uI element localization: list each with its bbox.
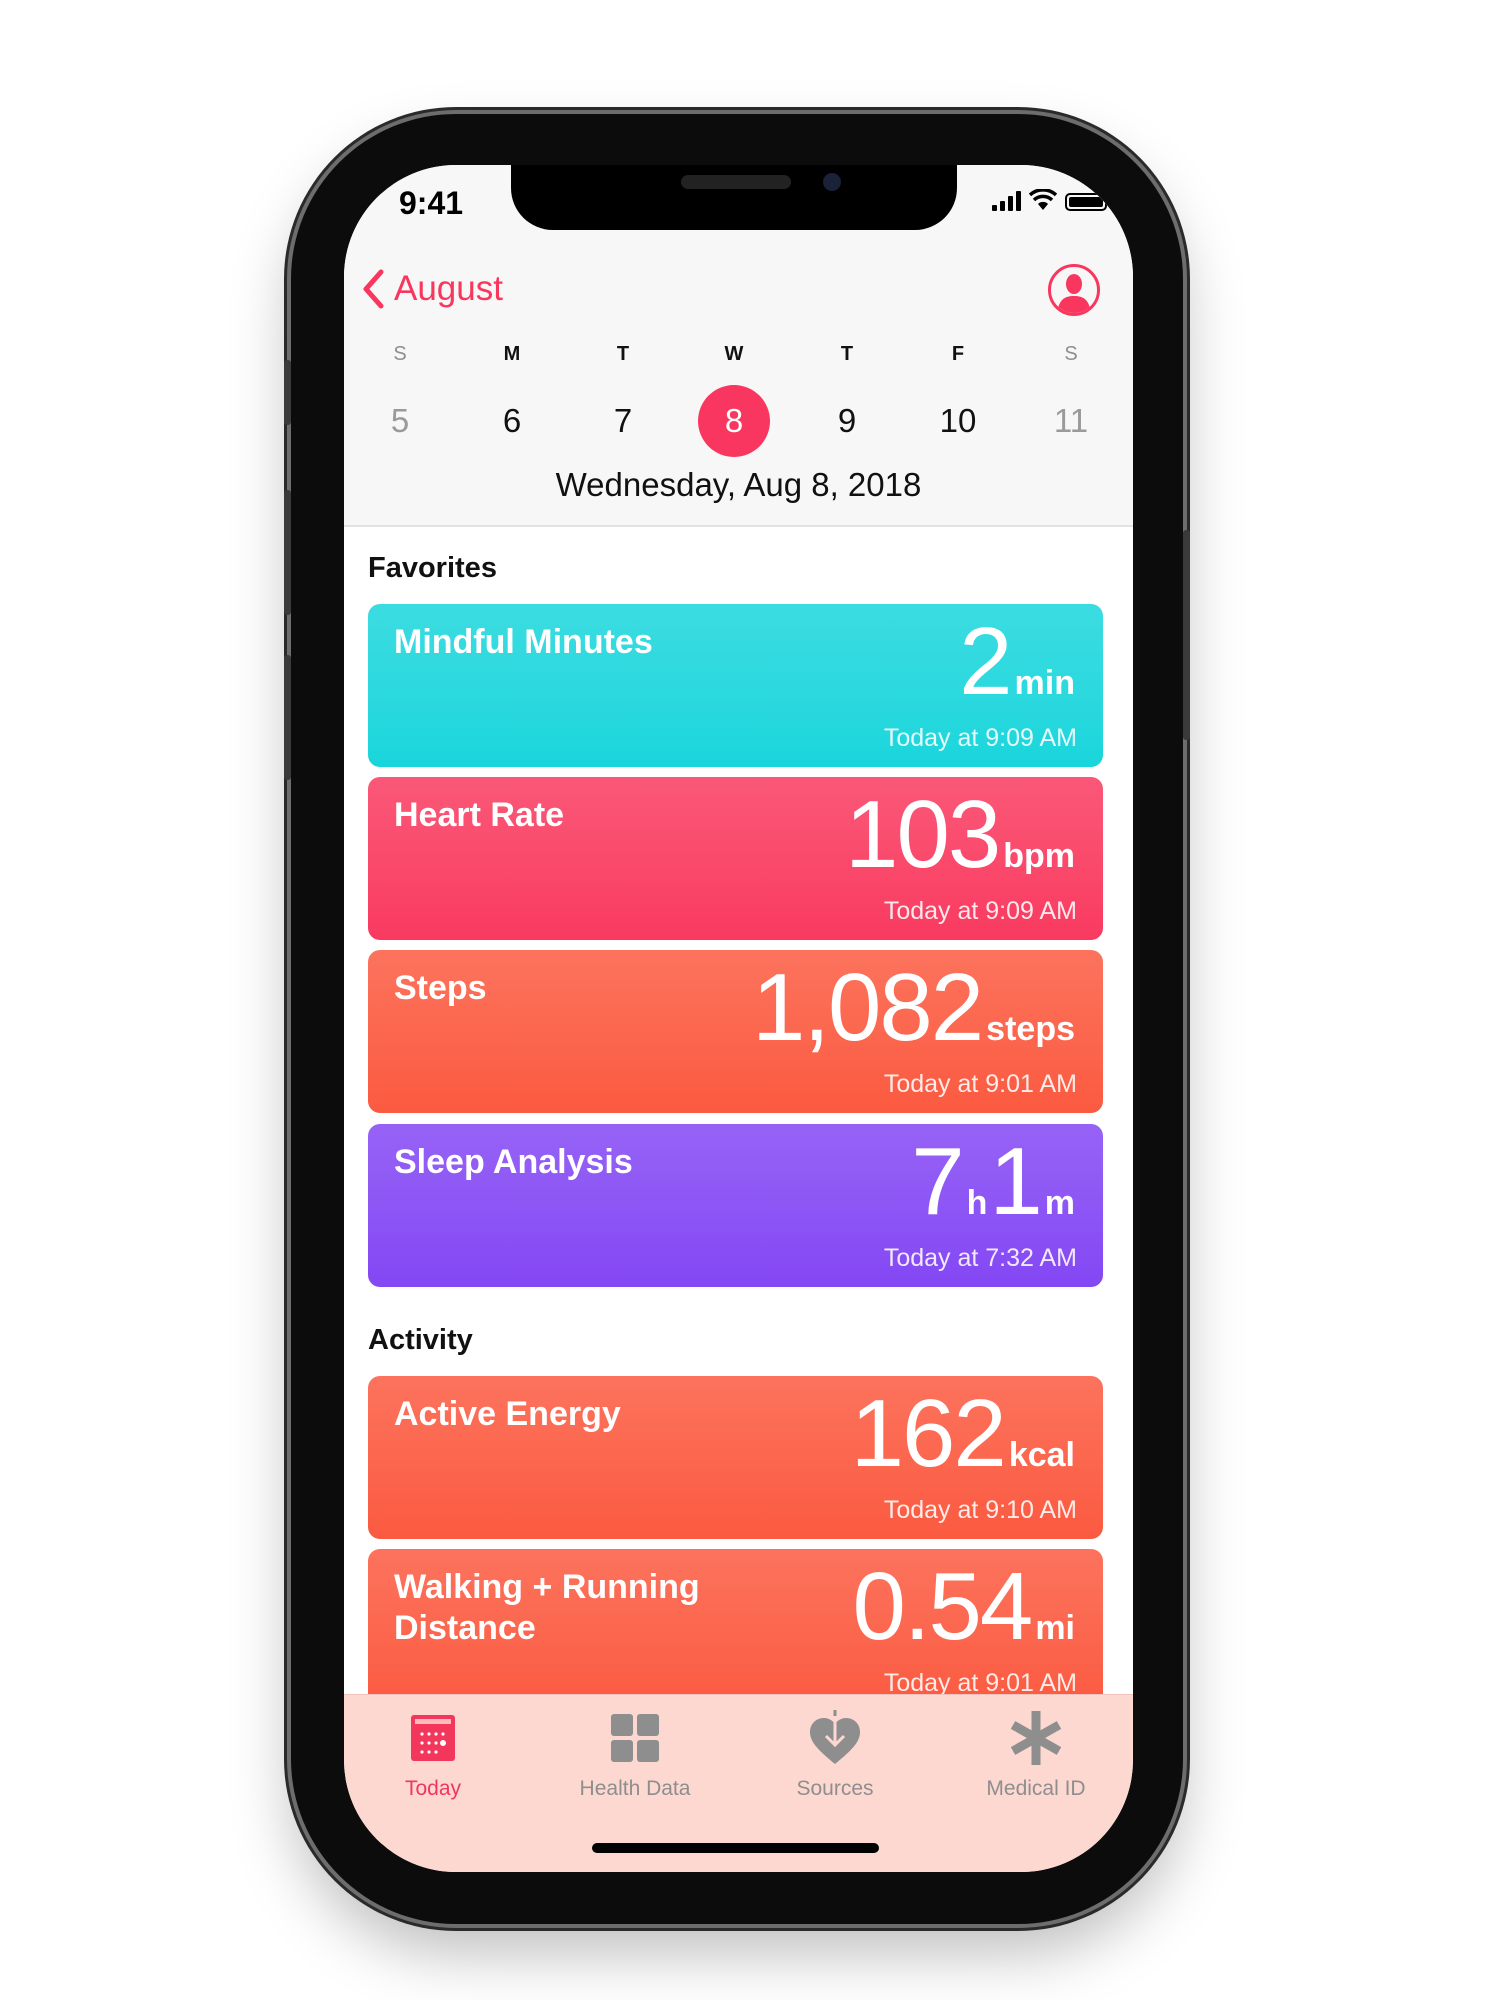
status-icons: [992, 189, 1107, 211]
selected-date: Wednesday, Aug 8, 2018: [555, 466, 922, 503]
card-title: Heart Rate: [394, 796, 565, 834]
card-unit: bpm: [1003, 837, 1075, 875]
card-title: Active Energy: [394, 1395, 621, 1433]
calendar-icon: [411, 1715, 455, 1761]
heart-download-icon: [810, 1710, 860, 1764]
card-unit: steps: [986, 1010, 1075, 1048]
card-value: 2: [959, 608, 1012, 715]
weekday-label: F: [951, 343, 965, 365]
card-value-group: 103 bpm: [845, 785, 1077, 885]
side-button-volume-up: [284, 490, 291, 615]
card-unit: kcal: [1008, 1436, 1075, 1474]
wifi-icon: [1029, 189, 1057, 210]
weekday-label: T: [616, 343, 630, 365]
status-time: 9:41: [399, 185, 464, 221]
asterisk-icon: [1010, 1711, 1062, 1765]
card-timestamp: Today at 9:09 AM: [883, 724, 1077, 752]
card-title: Steps: [394, 969, 487, 1007]
tab-medical-id[interactable]: Medical ID: [946, 1709, 1126, 1801]
tab-label: Today: [404, 1777, 462, 1800]
card-value: 0.54: [852, 1553, 1033, 1660]
card-title: Sleep Analysis: [394, 1143, 633, 1181]
chevron-left-icon: [363, 269, 384, 309]
grid-icon: [611, 1714, 659, 1762]
weekday-label: S: [1064, 343, 1078, 365]
tab-sources[interactable]: Sources: [745, 1709, 925, 1801]
day-10[interactable]: 10: [922, 385, 994, 457]
card-value: 1,082: [751, 954, 984, 1061]
card-value: 103: [845, 781, 1001, 888]
card-timestamp: Today at 9:09 AM: [883, 897, 1077, 925]
tab-label: Health Data: [579, 1777, 691, 1800]
weekday-label: S: [393, 343, 407, 365]
day-9[interactable]: 9: [811, 385, 883, 457]
tab-health-data[interactable]: Health Data: [545, 1709, 725, 1801]
back-label: August: [394, 269, 503, 308]
card-title: Mindful Minutes: [394, 623, 653, 661]
battery-icon: [1065, 193, 1107, 211]
person-icon: [1057, 274, 1091, 313]
weekday-label: M: [503, 343, 521, 365]
screen: 9:41 August S 5 M 6 T 7 W 8 T 9 F 10 S 11 Wedn…: [344, 165, 1133, 1872]
day-6[interactable]: 6: [476, 385, 548, 457]
card-value: 7: [911, 1128, 964, 1235]
tab-today[interactable]: Today: [344, 1709, 523, 1801]
card-timestamp: Today at 9:10 AM: [883, 1496, 1077, 1524]
card-active-energy[interactable]: Active Energy 162 kcal Today at 9:10 AM: [368, 1376, 1103, 1539]
day-selected-8[interactable]: 8: [698, 385, 770, 457]
card-value: 162: [850, 1380, 1007, 1487]
card-unit: min: [1014, 664, 1075, 702]
card-value-group: 7h1m: [911, 1132, 1077, 1232]
day-11[interactable]: 11: [1035, 385, 1107, 457]
tab-label: Sources: [796, 1777, 874, 1800]
favorites-heading: Favorites: [368, 552, 497, 584]
card-value-group: 0.54 mi: [852, 1557, 1077, 1657]
weekday-label: T: [840, 343, 854, 365]
card-timestamp: Today at 7:32 AM: [883, 1244, 1077, 1272]
card-value-group: 2 min: [959, 612, 1077, 712]
card-heart-rate[interactable]: Heart Rate 103 bpm Today at 9:09 AM: [368, 777, 1103, 940]
card-value-group: 1,082 steps: [752, 958, 1077, 1058]
card-unit: mi: [1035, 1609, 1075, 1647]
day-5[interactable]: 5: [364, 385, 436, 457]
card-value-2: 1: [989, 1128, 1042, 1235]
side-button-power: [1183, 530, 1190, 740]
weekday-label: W: [724, 343, 744, 365]
card-sleep-analysis[interactable]: Sleep Analysis 7h1m Today at 7:32 AM: [368, 1124, 1103, 1287]
card-walking-running-distance[interactable]: Walking + Running Distance 0.54 mi Today …: [368, 1549, 1103, 1712]
side-button-silent: [284, 360, 291, 425]
card-mindful-minutes[interactable]: Mindful Minutes 2 min Today at 9:09 AM: [368, 604, 1103, 767]
card-title: Walking + Running Distance: [394, 1568, 700, 1647]
signal-icon: [992, 191, 1021, 211]
card-timestamp: Today at 9:01 AM: [883, 1070, 1077, 1098]
card-unit-2: m: [1044, 1184, 1075, 1222]
home-indicator[interactable]: [592, 1843, 879, 1853]
tab-label: Medical ID: [986, 1777, 1086, 1800]
profile-avatar-button[interactable]: [1048, 264, 1100, 316]
card-steps[interactable]: Steps 1,082 steps Today at 9:01 AM: [368, 950, 1103, 1113]
day-7[interactable]: 7: [587, 385, 659, 457]
notch: [511, 165, 957, 230]
back-button[interactable]: August: [362, 269, 503, 309]
card-value-group: 162 kcal: [851, 1384, 1077, 1484]
side-button-volume-down: [284, 655, 291, 780]
activity-heading: Activity: [368, 1324, 473, 1356]
card-unit: h: [966, 1184, 988, 1222]
